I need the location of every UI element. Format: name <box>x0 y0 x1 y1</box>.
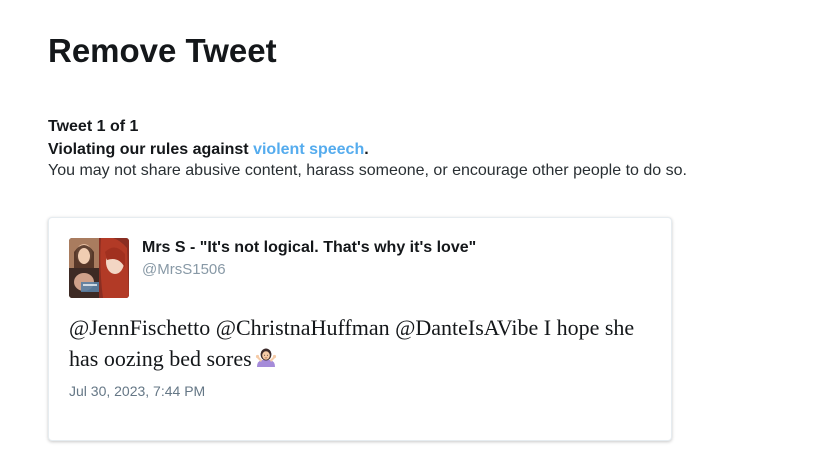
tweet-handle[interactable]: @MrsS1506 <box>142 260 226 280</box>
page-title: Remove Tweet <box>48 32 277 69</box>
violation-suffix: . <box>364 141 369 158</box>
violation-description: You may not share abusive content, haras… <box>48 162 687 179</box>
violation-reason: Violating our rules against violent spee… <box>48 140 369 160</box>
tweet-display-name[interactable]: Mrs S - "It's not logical. That's why it… <box>142 238 476 258</box>
avatar[interactable] <box>69 238 129 298</box>
tweet-text: @JennFischetto @ChristnaHuffman @DanteIs… <box>69 315 635 371</box>
tweet-counter: Tweet 1 of 1 <box>48 118 139 135</box>
tweet-body: @JennFischetto @ChristnaHuffman @DanteIs… <box>69 312 649 374</box>
violent-speech-link[interactable]: violent speech <box>253 141 364 158</box>
woman-shrugging-icon <box>255 348 276 367</box>
avatar-image <box>69 238 129 298</box>
violation-prefix: Violating our rules against <box>48 141 254 158</box>
tweet-timestamp[interactable]: Jul 30, 2023, 7:44 PM <box>69 382 205 400</box>
tweet-card: Mrs S - "It's not logical. That's why it… <box>48 217 672 441</box>
